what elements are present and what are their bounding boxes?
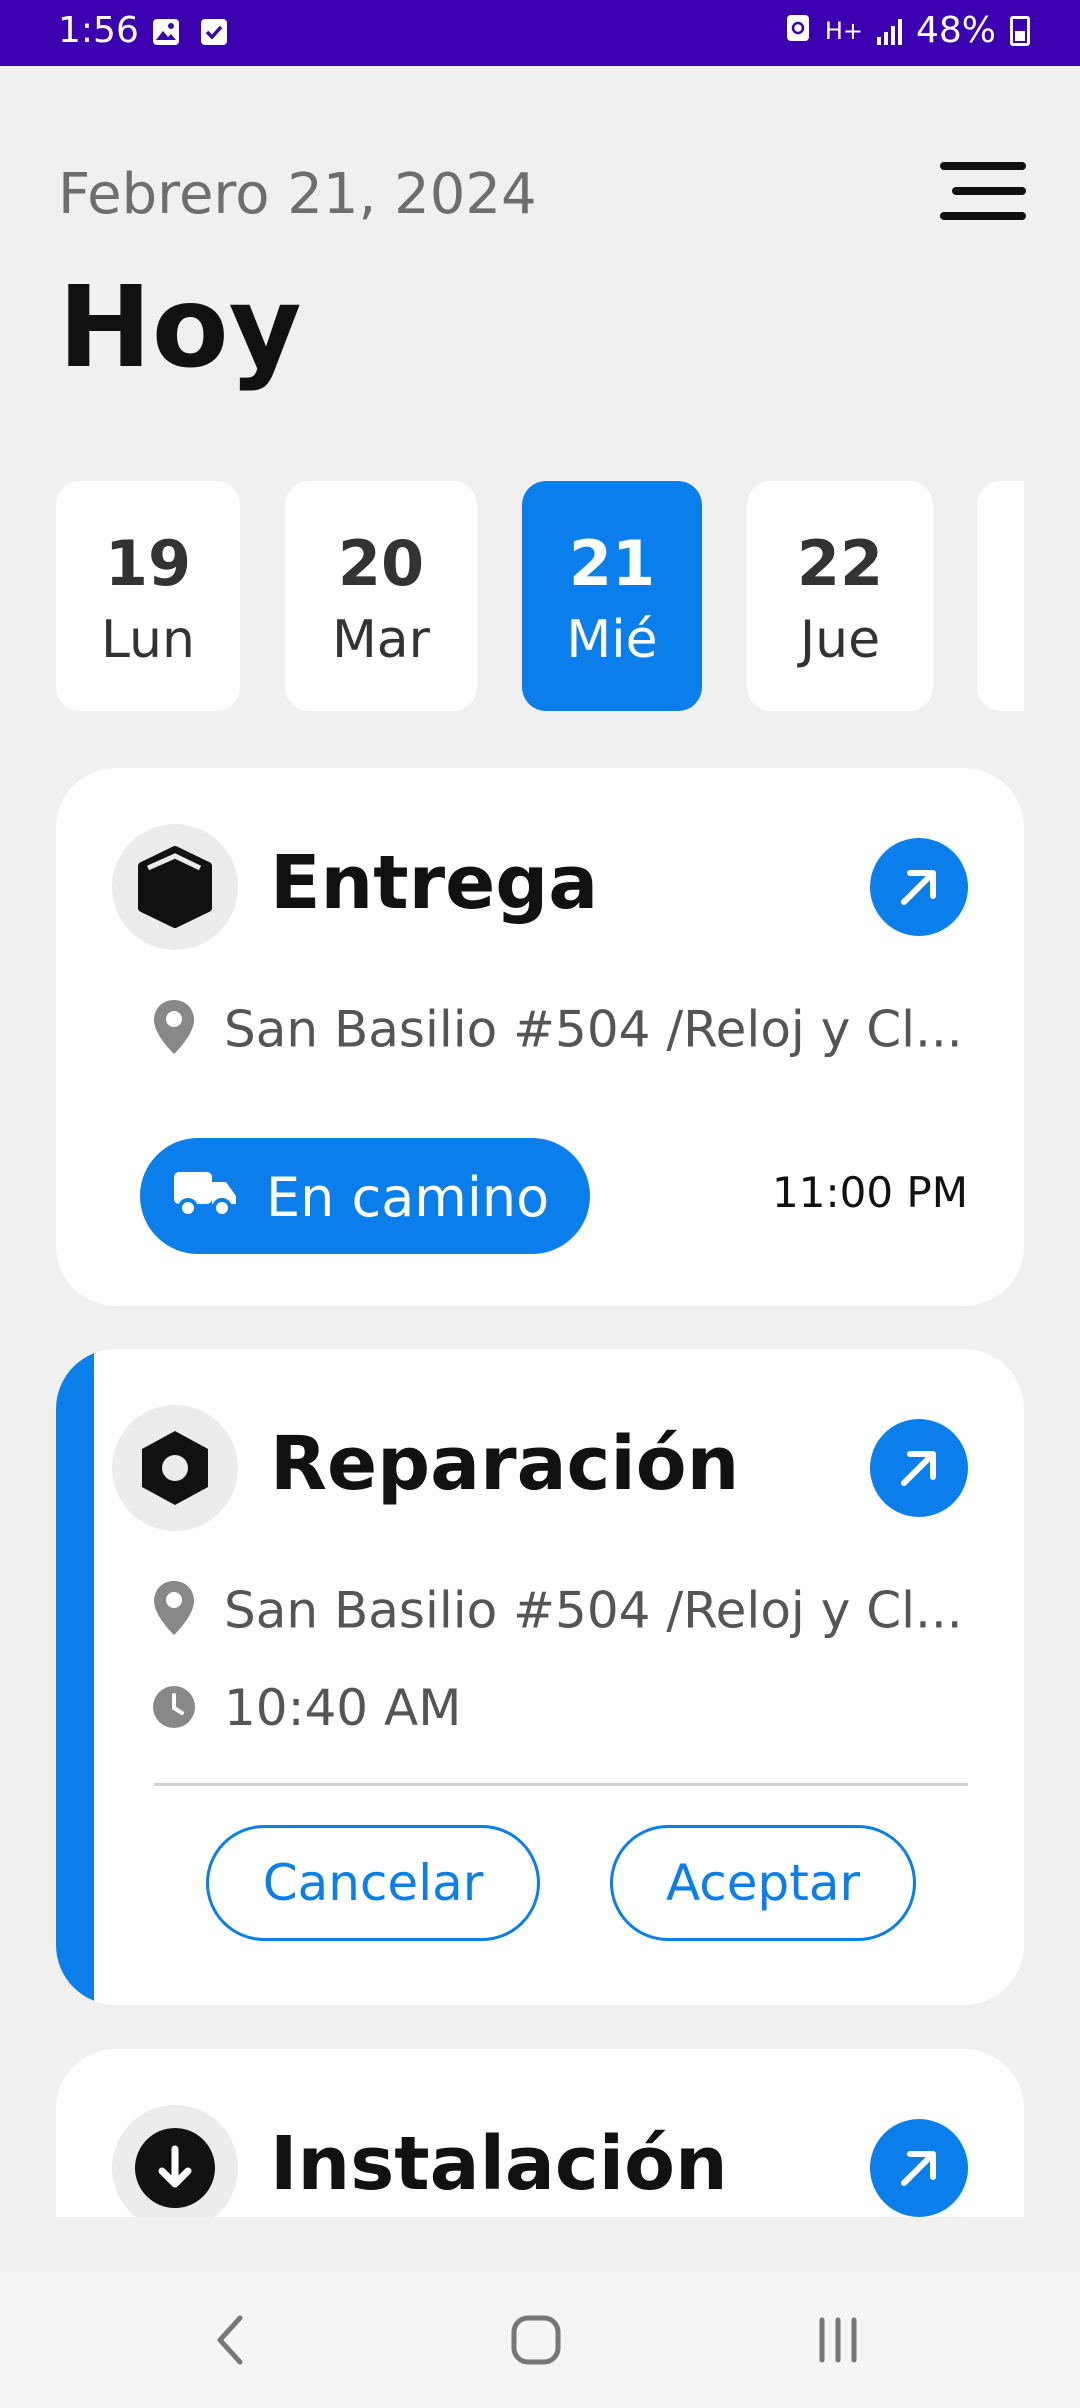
day-weekday: Mié bbox=[566, 610, 658, 670]
page-title: Hoy bbox=[58, 263, 302, 393]
card-title: Entrega bbox=[270, 840, 599, 926]
address-row: San Basilio #504 /Reloj y Cl... bbox=[152, 1579, 963, 1649]
recents-icon[interactable] bbox=[814, 2316, 862, 2368]
day-item-21-selected[interactable]: 21 Mié bbox=[522, 481, 702, 711]
card-accent-bar bbox=[56, 1349, 94, 2005]
arrow-up-right-icon bbox=[901, 870, 936, 905]
card-time: 11:00 PM bbox=[772, 1168, 968, 1217]
day-weekday: Jue bbox=[799, 610, 881, 670]
cancel-button[interactable]: Cancelar bbox=[206, 1825, 540, 1941]
status-bar: 1:56 H+ 48% bbox=[0, 0, 1080, 66]
checkbox-icon bbox=[200, 18, 228, 46]
gallery-icon bbox=[152, 18, 180, 46]
card-title: Instalación bbox=[270, 2121, 728, 2207]
card-address: San Basilio #504 /Reloj y Cl... bbox=[224, 1581, 963, 1640]
card-title: Reparación bbox=[270, 1421, 740, 1507]
day-item-22[interactable]: 22 Jue bbox=[747, 481, 933, 711]
arrow-up-right-icon bbox=[901, 1451, 936, 1486]
open-arrow-button[interactable] bbox=[870, 838, 968, 936]
card-time: 10:40 AM bbox=[224, 1679, 462, 1737]
day-number: 21 bbox=[568, 527, 656, 600]
clock-icon bbox=[152, 1683, 196, 1741]
box-icon bbox=[112, 824, 238, 950]
open-arrow-button[interactable] bbox=[870, 2119, 968, 2217]
day-weekday: Mar bbox=[331, 610, 431, 670]
signal-icon bbox=[876, 17, 902, 45]
task-card-instalacion[interactable]: Instalación bbox=[56, 2049, 1024, 2217]
task-card-reparacion[interactable]: Reparación San Basilio #504 /Reloj y Cl.… bbox=[56, 1349, 1024, 2005]
day-number: 19 bbox=[104, 527, 192, 600]
task-card-entrega[interactable]: Entrega San Basilio #504 /Reloj y Cl... … bbox=[56, 768, 1024, 1306]
card-divider bbox=[154, 1783, 968, 1786]
arrow-up-right-icon bbox=[901, 2151, 936, 2186]
status-label: En camino bbox=[266, 1166, 550, 1229]
day-item-20[interactable]: 20 Mar bbox=[285, 481, 477, 711]
status-en-camino-button[interactable]: En camino bbox=[140, 1138, 590, 1254]
menu-button[interactable] bbox=[940, 158, 1026, 224]
card-address: San Basilio #504 /Reloj y Cl... bbox=[224, 1000, 963, 1059]
status-time: 1:56 bbox=[58, 10, 139, 51]
truck-icon bbox=[172, 1168, 238, 1233]
system-nav-bar bbox=[0, 2272, 1080, 2408]
recycle-icon bbox=[785, 10, 811, 51]
day-number: 20 bbox=[337, 527, 425, 600]
home-icon[interactable] bbox=[510, 2314, 562, 2370]
download-circle-icon bbox=[112, 2105, 238, 2217]
day-item-19[interactable]: 19 Lun bbox=[56, 481, 240, 711]
open-arrow-button[interactable] bbox=[870, 1419, 968, 1517]
battery-icon bbox=[1010, 15, 1030, 46]
day-item-partial[interactable] bbox=[977, 481, 1024, 711]
battery-percent: 48% bbox=[915, 10, 996, 51]
back-icon[interactable] bbox=[208, 2312, 256, 2372]
address-row: San Basilio #504 /Reloj y Cl... bbox=[152, 998, 963, 1068]
day-weekday: Lun bbox=[101, 610, 195, 670]
location-pin-icon bbox=[152, 998, 196, 1068]
network-type: H+ bbox=[824, 16, 863, 45]
time-row: 10:40 AM bbox=[152, 1679, 461, 1741]
location-pin-icon bbox=[152, 1579, 196, 1649]
accept-button[interactable]: Aceptar bbox=[610, 1825, 916, 1941]
nut-icon bbox=[112, 1405, 238, 1531]
current-date: Febrero 21, 2024 bbox=[58, 162, 537, 227]
day-number: 22 bbox=[796, 527, 884, 600]
